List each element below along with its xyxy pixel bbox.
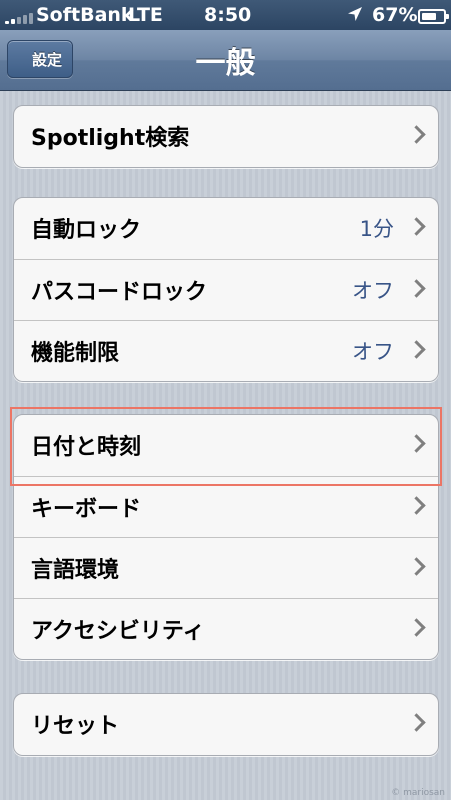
settings-group-lock: 自動ロック 1分 パスコードロック オフ 機能制限 オフ bbox=[13, 197, 439, 382]
row-accessibility[interactable]: アクセシビリティ bbox=[14, 598, 438, 659]
settings-group-reset: リセット bbox=[13, 693, 439, 756]
chevron-right-icon bbox=[407, 713, 426, 732]
signal-icon bbox=[5, 10, 35, 24]
chevron-right-icon bbox=[407, 496, 426, 515]
chevron-right-icon bbox=[407, 279, 426, 298]
row-value: 1分 bbox=[359, 217, 394, 241]
row-restrictions[interactable]: 機能制限 オフ bbox=[14, 320, 438, 381]
row-auto-lock[interactable]: 自動ロック 1分 bbox=[14, 198, 438, 259]
battery-icon bbox=[418, 9, 449, 24]
row-passcode-lock[interactable]: パスコードロック オフ bbox=[14, 259, 438, 320]
row-label: アクセシビリティ bbox=[31, 619, 205, 644]
network-type: LTE bbox=[128, 4, 163, 26]
row-label: 機能制限 bbox=[31, 341, 120, 366]
chevron-right-icon bbox=[407, 125, 426, 144]
row-label: 言語環境 bbox=[31, 558, 120, 583]
navigation-bar: 設定 一般 bbox=[0, 30, 451, 91]
row-reset[interactable]: リセット bbox=[14, 694, 438, 755]
chevron-right-icon bbox=[407, 618, 426, 637]
status-bar: SoftBank LTE 8:50 67% bbox=[0, 0, 451, 30]
location-arrow-icon bbox=[348, 7, 362, 21]
settings-group-search: Spotlight検索 bbox=[13, 105, 439, 168]
row-label: パスコードロック bbox=[31, 280, 208, 305]
chevron-right-icon bbox=[407, 217, 426, 236]
row-label: キーボード bbox=[31, 497, 142, 522]
row-label: 自動ロック bbox=[31, 218, 142, 243]
watermark: © mariosan bbox=[391, 788, 445, 798]
row-label: Spotlight検索 bbox=[31, 126, 190, 151]
row-language[interactable]: 言語環境 bbox=[14, 537, 438, 598]
row-value: オフ bbox=[352, 279, 394, 303]
clock: 8:50 bbox=[204, 4, 252, 26]
battery-percent: 67% bbox=[372, 4, 418, 26]
highlight-annotation bbox=[10, 407, 442, 486]
row-label: リセット bbox=[31, 714, 120, 739]
carrier-label: SoftBank bbox=[36, 4, 134, 26]
chevron-right-icon bbox=[407, 340, 426, 359]
row-value: オフ bbox=[352, 340, 394, 364]
page-title: 一般 bbox=[195, 46, 256, 81]
chevron-right-icon bbox=[407, 557, 426, 576]
row-spotlight-search[interactable]: Spotlight検索 bbox=[14, 106, 438, 167]
